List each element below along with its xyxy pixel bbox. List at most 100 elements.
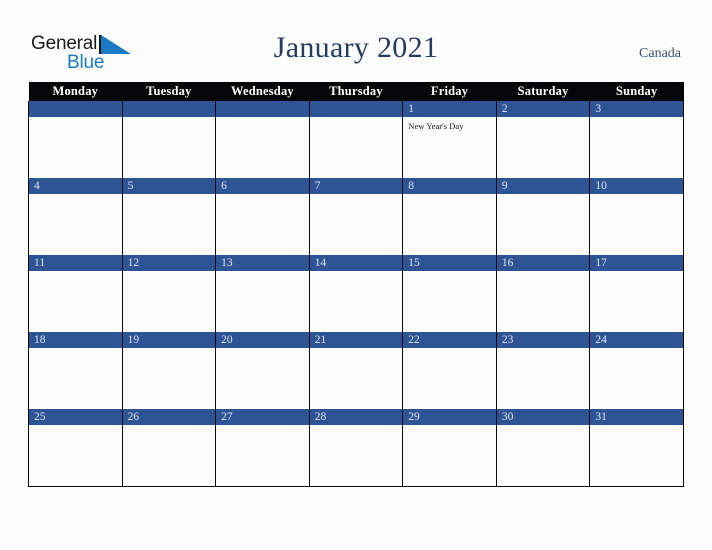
day-cell-inner: 3 bbox=[590, 101, 683, 178]
calendar-day-cell[interactable] bbox=[28, 101, 123, 178]
day-cell-inner bbox=[122, 101, 216, 178]
day-events bbox=[216, 348, 309, 352]
day-number: 8 bbox=[403, 178, 496, 194]
calendar-day-cell[interactable]: 22 bbox=[402, 332, 497, 409]
weekday-header-saturday: Saturday bbox=[496, 82, 590, 101]
day-number: 7 bbox=[309, 178, 403, 194]
day-cell-inner: 28 bbox=[309, 409, 403, 486]
calendar-day-cell[interactable]: 17 bbox=[589, 255, 684, 332]
day-number: 28 bbox=[309, 409, 403, 425]
calendar-day-cell[interactable]: 1 New Year's Day bbox=[402, 101, 497, 178]
day-number: 16 bbox=[496, 255, 590, 271]
day-cell-inner: 12 bbox=[122, 255, 216, 332]
day-number: 31 bbox=[590, 409, 683, 425]
day-number: 2 bbox=[496, 101, 590, 117]
day-cell-inner: 14 bbox=[309, 255, 403, 332]
calendar-day-cell[interactable] bbox=[308, 101, 404, 178]
day-cell-inner: 25 bbox=[29, 409, 122, 486]
calendar-day-cell[interactable]: 29 bbox=[402, 409, 497, 487]
day-events bbox=[123, 117, 216, 121]
day-cell-inner: 26 bbox=[122, 409, 216, 486]
calendar-day-cell[interactable]: 28 bbox=[308, 409, 404, 487]
day-cell-inner bbox=[309, 101, 403, 178]
calendar-body: 1 New Year's Day 2 3 4 5 6 7 8 9 10 11 12 13 14 15 16 17 1… bbox=[28, 101, 684, 487]
calendar-day-cell[interactable]: 13 bbox=[215, 255, 310, 332]
day-cell-inner: 16 bbox=[496, 255, 590, 332]
calendar-day-cell[interactable]: 30 bbox=[495, 409, 591, 487]
day-events bbox=[216, 194, 309, 198]
day-events bbox=[497, 194, 590, 198]
calendar-header-row: Monday Tuesday Wednesday Thursday Friday… bbox=[28, 82, 684, 101]
day-number: 26 bbox=[122, 409, 216, 425]
calendar-day-cell[interactable]: 21 bbox=[308, 332, 404, 409]
day-events bbox=[497, 271, 590, 275]
day-cell-inner: 5 bbox=[122, 178, 216, 255]
calendar-day-cell[interactable]: 24 bbox=[589, 332, 684, 409]
calendar-day-cell[interactable]: 15 bbox=[402, 255, 497, 332]
day-cell-inner: 18 bbox=[29, 332, 122, 409]
day-events bbox=[403, 348, 496, 352]
calendar-day-cell[interactable]: 8 bbox=[402, 178, 497, 255]
calendar-week-row: 1 New Year's Day 2 3 bbox=[28, 101, 684, 178]
day-number: 20 bbox=[216, 332, 309, 348]
day-number: 17 bbox=[590, 255, 683, 271]
day-number: 5 bbox=[122, 178, 216, 194]
weekday-header-row: Monday Tuesday Wednesday Thursday Friday… bbox=[28, 82, 684, 101]
day-events bbox=[216, 117, 309, 121]
calendar-day-cell[interactable]: 25 bbox=[28, 409, 123, 487]
day-cell-inner: 15 bbox=[403, 255, 496, 332]
calendar-day-cell[interactable]: 20 bbox=[215, 332, 310, 409]
day-events bbox=[590, 271, 683, 275]
day-cell-inner: 30 bbox=[496, 409, 590, 486]
day-events bbox=[590, 425, 683, 429]
calendar-day-cell[interactable]: 19 bbox=[121, 332, 217, 409]
day-cell-inner: 10 bbox=[590, 178, 683, 255]
day-cell-inner: 21 bbox=[309, 332, 403, 409]
day-events bbox=[310, 425, 403, 429]
day-number: 24 bbox=[590, 332, 683, 348]
calendar-day-cell[interactable]: 6 bbox=[215, 178, 310, 255]
calendar-day-cell[interactable]: 26 bbox=[121, 409, 217, 487]
day-events bbox=[590, 194, 683, 198]
day-number: 25 bbox=[29, 409, 122, 425]
weekday-header-tuesday: Tuesday bbox=[122, 82, 216, 101]
day-events bbox=[403, 194, 496, 198]
day-events bbox=[497, 425, 590, 429]
day-cell-inner: 9 bbox=[496, 178, 590, 255]
day-events bbox=[216, 425, 309, 429]
day-events bbox=[29, 117, 122, 121]
calendar-grid: Monday Tuesday Wednesday Thursday Friday… bbox=[28, 82, 684, 487]
weekday-header-thursday: Thursday bbox=[309, 82, 403, 101]
day-events bbox=[123, 271, 216, 275]
calendar-day-cell[interactable] bbox=[215, 101, 310, 178]
calendar-day-cell[interactable]: 14 bbox=[308, 255, 404, 332]
day-events bbox=[403, 425, 496, 429]
calendar-day-cell[interactable]: 7 bbox=[308, 178, 404, 255]
day-cell-inner: 17 bbox=[590, 255, 683, 332]
calendar-day-cell[interactable]: 27 bbox=[215, 409, 310, 487]
day-events bbox=[123, 425, 216, 429]
calendar-day-cell[interactable]: 11 bbox=[28, 255, 123, 332]
day-cell-inner: 2 bbox=[496, 101, 590, 178]
calendar-day-cell[interactable]: 4 bbox=[28, 178, 123, 255]
calendar-day-cell[interactable]: 9 bbox=[495, 178, 591, 255]
calendar-day-cell[interactable]: 18 bbox=[28, 332, 123, 409]
day-number bbox=[29, 101, 122, 117]
day-cell-inner bbox=[216, 101, 309, 178]
calendar-day-cell[interactable] bbox=[121, 101, 217, 178]
calendar-day-cell[interactable]: 10 bbox=[589, 178, 684, 255]
calendar-day-cell[interactable]: 5 bbox=[121, 178, 217, 255]
calendar-day-cell[interactable]: 31 bbox=[589, 409, 684, 487]
day-events bbox=[29, 425, 122, 429]
day-number: 1 bbox=[403, 101, 496, 117]
day-cell-inner: 1 New Year's Day bbox=[403, 101, 496, 178]
calendar-day-cell[interactable]: 2 bbox=[495, 101, 591, 178]
day-cell-inner: 8 bbox=[403, 178, 496, 255]
calendar-day-cell[interactable]: 3 bbox=[589, 101, 684, 178]
day-cell-inner: 13 bbox=[216, 255, 309, 332]
calendar-day-cell[interactable]: 23 bbox=[495, 332, 591, 409]
calendar-day-cell[interactable]: 12 bbox=[121, 255, 217, 332]
calendar-day-cell[interactable]: 16 bbox=[495, 255, 591, 332]
day-number: 13 bbox=[216, 255, 309, 271]
day-number: 29 bbox=[403, 409, 496, 425]
